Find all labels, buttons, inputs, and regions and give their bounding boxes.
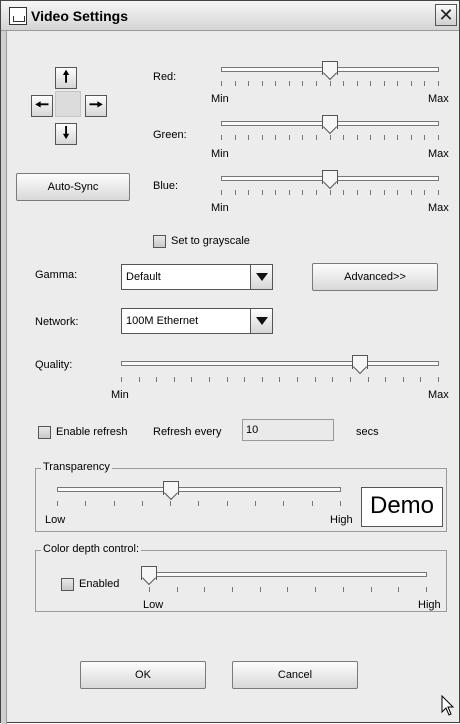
arrow-up-icon: 🠕 xyxy=(62,69,70,86)
advanced-button[interactable]: Advanced>> xyxy=(312,263,438,291)
chevron-down-icon[interactable] xyxy=(250,309,272,333)
network-dropdown[interactable]: 100M Ethernet xyxy=(121,308,273,334)
video-settings-window: Video Settings ✕ 🠕 🠔 🠖 🠗 Auto-Sync Red: … xyxy=(0,0,460,724)
enable-refresh-checkbox[interactable] xyxy=(38,426,51,439)
transparency-slider-thumb[interactable] xyxy=(162,481,179,495)
move-right-button[interactable]: 🠖 xyxy=(85,95,107,117)
enable-refresh-label[interactable]: Enable refresh xyxy=(56,426,128,438)
move-up-button[interactable]: 🠕 xyxy=(55,67,77,89)
title-bar[interactable]: Video Settings ✕ xyxy=(1,1,459,31)
window-left-edge xyxy=(1,31,7,724)
grayscale-checkbox[interactable] xyxy=(153,235,166,248)
move-down-button[interactable]: 🠗 xyxy=(55,123,77,145)
gamma-dropdown[interactable]: Default xyxy=(121,264,273,290)
direction-pad-center xyxy=(55,91,81,117)
close-button[interactable]: ✕ xyxy=(435,4,457,26)
red-label: Red: xyxy=(153,71,177,83)
window-app-icon xyxy=(9,7,27,25)
network-selected-value: 100M Ethernet xyxy=(126,315,199,327)
blue-max-label: Max xyxy=(428,202,449,214)
mouse-cursor-icon xyxy=(441,695,455,716)
close-icon: ✕ xyxy=(438,5,454,25)
blue-slider-ticks xyxy=(221,190,439,196)
green-slider-thumb[interactable] xyxy=(322,115,338,129)
quality-slider-ticks xyxy=(121,377,439,383)
quality-label: Quality: xyxy=(35,359,73,371)
color-depth-enabled-checkbox[interactable] xyxy=(61,578,74,591)
gamma-label: Gamma: xyxy=(35,269,78,281)
green-slider-ticks xyxy=(221,135,439,141)
refresh-interval-value: 10 xyxy=(246,424,259,436)
transparency-slider-track[interactable] xyxy=(57,487,341,492)
cancel-button[interactable]: Cancel xyxy=(232,661,358,689)
quality-slider-thumb[interactable] xyxy=(351,355,368,369)
transparency-low-label: Low xyxy=(45,514,66,526)
green-label: Green: xyxy=(153,129,187,141)
blue-label: Blue: xyxy=(153,180,179,192)
refresh-unit-label: secs xyxy=(356,426,379,438)
arrow-down-icon: 🠗 xyxy=(62,125,70,142)
chevron-down-icon[interactable] xyxy=(250,265,272,289)
color-depth-high-label: High xyxy=(418,599,441,611)
transparency-group-title: Transparency xyxy=(41,461,112,473)
move-left-button[interactable]: 🠔 xyxy=(31,95,53,117)
transparency-demo-preview: Demo xyxy=(361,487,443,527)
ok-button[interactable]: OK xyxy=(80,661,206,689)
quality-max-label: Max xyxy=(428,389,449,401)
arrow-left-icon: 🠔 xyxy=(34,97,49,114)
quality-min-label: Min xyxy=(111,389,129,401)
arrow-right-icon: 🠖 xyxy=(88,97,103,114)
quality-slider-track[interactable] xyxy=(121,361,439,366)
red-min-label: Min xyxy=(211,93,229,105)
blue-min-label: Min xyxy=(211,202,229,214)
green-min-label: Min xyxy=(211,148,229,160)
network-label: Network: xyxy=(35,316,79,328)
grayscale-label[interactable]: Set to grayscale xyxy=(171,235,250,247)
color-depth-slider-track[interactable] xyxy=(149,572,427,577)
color-depth-slider-ticks xyxy=(149,587,427,593)
blue-slider-thumb[interactable] xyxy=(322,170,338,184)
color-depth-low-label: Low xyxy=(143,599,164,611)
color-depth-enabled-label[interactable]: Enabled xyxy=(79,578,119,590)
red-slider-ticks xyxy=(221,81,439,87)
gamma-selected-value: Default xyxy=(126,271,161,283)
transparency-high-label: High xyxy=(330,514,353,526)
auto-sync-button[interactable]: Auto-Sync xyxy=(16,173,130,201)
transparency-slider-ticks xyxy=(57,501,341,507)
color-depth-group-title: Color depth control: xyxy=(41,543,141,555)
red-slider-thumb[interactable] xyxy=(322,61,338,75)
refresh-every-label: Refresh every xyxy=(153,426,222,438)
red-max-label: Max xyxy=(428,93,449,105)
green-max-label: Max xyxy=(428,148,449,160)
color-depth-slider-thumb[interactable] xyxy=(141,566,157,580)
refresh-interval-field[interactable]: 10 xyxy=(242,419,334,441)
window-title: Video Settings xyxy=(31,8,128,24)
